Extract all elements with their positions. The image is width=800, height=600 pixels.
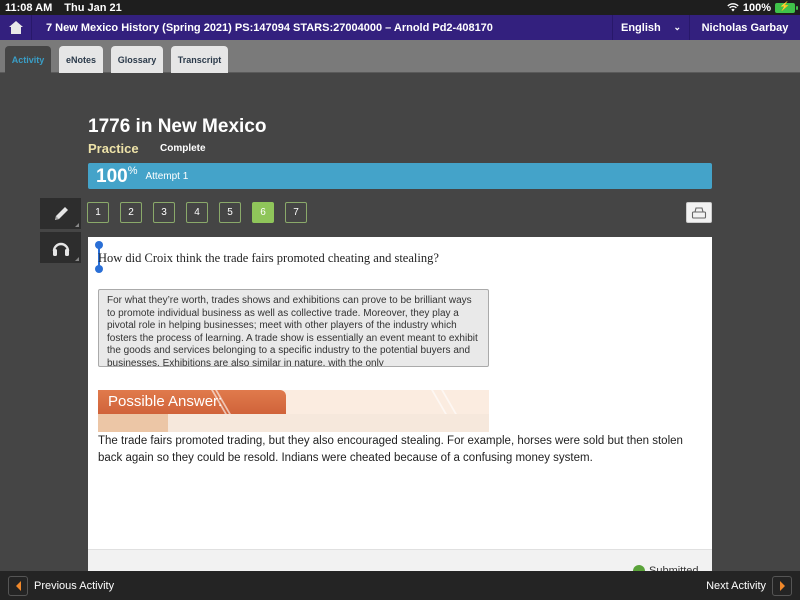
course-title: 7 New Mexico History (Spring 2021) PS:14… xyxy=(46,21,493,34)
next-arrow-button[interactable] xyxy=(772,575,792,596)
activity-status: Complete xyxy=(160,143,206,154)
previous-activity-label: Previous Activity xyxy=(34,579,115,592)
banner-accent xyxy=(98,414,168,432)
page-button-2[interactable]: 2 xyxy=(120,202,142,223)
wifi-icon xyxy=(727,3,739,12)
battery-charging-icon: ⚡ xyxy=(775,1,798,13)
page-button-3[interactable]: 3 xyxy=(153,202,175,223)
chevron-down-icon: ⌄ xyxy=(673,22,681,32)
user-name: Nicholas Garbay xyxy=(701,21,789,34)
course-header: 7 New Mexico History (Spring 2021) PS:14… xyxy=(0,15,800,40)
arrow-right-icon xyxy=(779,580,785,591)
attempt-label: Attempt 1 xyxy=(145,170,189,182)
next-activity-button[interactable]: Next Activity xyxy=(706,575,792,596)
question-card: How did Croix think the trade fairs prom… xyxy=(88,237,712,577)
user-menu[interactable]: Nicholas Garbay xyxy=(689,15,800,40)
tab-transcript[interactable]: Transcript xyxy=(171,46,228,73)
page-button-1[interactable]: 1 xyxy=(87,202,109,223)
print-button[interactable] xyxy=(686,202,712,223)
activity-navigation-bar: Previous Activity Next Activity xyxy=(0,571,800,600)
previous-activity-button[interactable]: Previous Activity xyxy=(8,575,115,596)
pencil-icon xyxy=(54,206,68,220)
audio-tool-button[interactable] xyxy=(40,232,81,265)
question-prompt: How did Croix think the trade fairs prom… xyxy=(98,251,439,265)
possible-answer-text: The trade fairs promoted trading, but th… xyxy=(98,435,683,464)
score: 100% xyxy=(96,165,137,188)
possible-answer-label: Possible Answer: xyxy=(108,393,223,410)
home-icon xyxy=(8,21,23,34)
passage-scroll-box[interactable]: For what they’re worth, trades shows and… xyxy=(98,289,489,367)
headphones-icon xyxy=(52,242,69,256)
score-bar: 100% Attempt 1 xyxy=(88,163,712,189)
ios-status-bar: 11:08 AM Thu Jan 21 100% ⚡ xyxy=(0,0,800,15)
page-navigation: 1 2 3 4 5 6 7 xyxy=(87,202,307,223)
tab-activity[interactable]: Activity xyxy=(5,46,51,73)
possible-answer-banner: Possible Answer: xyxy=(98,390,489,432)
next-activity-label: Next Activity xyxy=(706,579,766,592)
page-button-5[interactable]: 5 xyxy=(219,202,241,223)
status-time: 11:08 AM xyxy=(5,1,53,14)
lesson-title: 1776 in New Mexico xyxy=(88,116,267,137)
language-label: English xyxy=(621,21,661,34)
arrow-left-icon xyxy=(15,580,21,591)
print-icon xyxy=(691,206,707,219)
score-value: 100 xyxy=(96,165,128,187)
battery-percent: 100% xyxy=(742,1,771,14)
tab-bar: Activity eNotes Glossary Transcript xyxy=(0,40,800,73)
selection-knob-bottom[interactable] xyxy=(95,265,103,273)
page-button-6[interactable]: 6 xyxy=(252,202,274,223)
previous-arrow-button[interactable] xyxy=(8,575,28,596)
status-right: 100% ⚡ xyxy=(727,1,798,14)
language-select[interactable]: English ⌄ xyxy=(612,15,689,40)
status-date: Thu Jan 21 xyxy=(64,1,122,14)
page-button-4[interactable]: 4 xyxy=(186,202,208,223)
tab-enotes[interactable]: eNotes xyxy=(59,46,103,73)
activity-type: Practice xyxy=(88,141,139,156)
page-button-7[interactable]: 7 xyxy=(285,202,307,223)
tool-panel xyxy=(40,198,81,266)
score-unit: % xyxy=(127,164,138,177)
pencil-tool-button[interactable] xyxy=(40,198,81,231)
tab-glossary[interactable]: Glossary xyxy=(111,46,163,73)
home-button[interactable] xyxy=(0,15,32,40)
